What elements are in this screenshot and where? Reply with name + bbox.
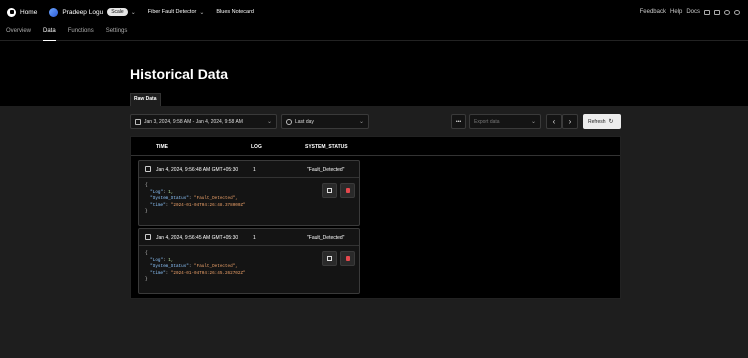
collapse-icon[interactable] [145,166,151,172]
row-status: "Fault_Detected" [307,235,345,241]
plan-badge: Scale [107,8,128,16]
project-name: Fiber Fault Detector [147,9,197,15]
docs-link[interactable]: Docs [686,9,700,15]
chevron-down-icon: ⌄ [358,119,364,125]
json-line: "time": "2024-01-04T04:26:45.262702Z" [150,270,246,276]
notecard-link[interactable]: Blues Notecard [216,9,254,15]
tab-data[interactable]: Data [43,24,56,41]
account-switcher[interactable]: Pradeep Logu Scale ⌄ [49,7,136,17]
column-header-log[interactable]: LOG [251,144,262,150]
trash-icon [345,256,350,261]
home-label: Home [20,8,38,16]
refresh-label: Refresh [588,118,606,125]
copy-button[interactable] [322,183,337,198]
clock-icon [286,118,292,125]
trash-icon [345,188,350,193]
window-icon[interactable] [714,9,720,15]
column-header-system-status[interactable]: SYSTEM_STATUS [305,144,348,150]
theme-icon[interactable] [724,9,730,15]
row-time: Jan 4, 2024, 9:56:48 AM GMT+05:30 [156,167,239,173]
user-name: Pradeep Logu [62,8,104,16]
settings-icon[interactable] [734,9,740,15]
copy-icon [327,256,332,261]
refresh-icon: ↻ [608,119,614,125]
chevron-down-icon: ⌄ [266,119,272,125]
home-link[interactable]: Home [7,7,38,17]
topbar-actions: Feedback Help Docs [640,0,740,24]
json-viewer: { "Log": 1, "System_Status": "Fault_Dete… [139,178,359,225]
json-line: "time": "2024-01-04T04:26:48.378000Z" [150,202,246,208]
page-title: Historical Data [130,66,229,82]
export-data-select[interactable]: Export data ⌄ [469,114,541,129]
row-header[interactable]: Jan 4, 2024, 9:56:48 AM GMT+05:30 1 "Fau… [139,161,359,178]
table-row: Jan 4, 2024, 9:56:45 AM GMT+05:30 1 "Fau… [138,228,360,294]
delete-button[interactable] [340,183,355,198]
sub-tabs: Raw Data [0,92,748,106]
copy-button[interactable] [322,251,337,266]
row-status: "Fault_Detected" [307,167,345,173]
tab-settings[interactable]: Settings [106,24,128,41]
chevron-left-icon: ‹ [552,117,556,126]
project-tabs: Overview Data Functions Settings [0,24,748,41]
next-page-button[interactable]: › [562,114,578,129]
row-time: Jan 4, 2024, 9:56:45 AM GMT+05:30 [156,235,239,241]
column-header-time[interactable]: TIME [156,144,168,150]
ellipsis-icon: ••• [455,118,462,125]
copy-icon [327,188,332,193]
export-data-placeholder: Export data [474,118,500,125]
notecard-label: Blues Notecard [216,9,254,15]
previous-page-button[interactable]: ‹ [546,114,562,129]
json-viewer: { "Log": 1, "System_Status": "Fault_Dete… [139,246,359,293]
delete-button[interactable] [340,251,355,266]
chevron-down-icon: ⌄ [130,9,136,16]
help-link[interactable]: Help [670,9,682,15]
row-log: 1 [253,235,256,241]
date-range-value: Jan 3, 2024, 9:58 AM - Jan 4, 2024, 9:58… [144,118,243,125]
tab-functions[interactable]: Functions [68,24,94,41]
tab-raw-data[interactable]: Raw Data [130,93,161,106]
row-header[interactable]: Jan 4, 2024, 9:56:45 AM GMT+05:30 1 "Fau… [139,229,359,246]
calendar-icon [135,118,141,125]
chevron-down-icon: ⌄ [530,119,536,125]
refresh-button[interactable]: Refresh ↻ [583,114,621,129]
json-close: } [145,209,148,215]
chevron-right-icon: › [568,117,572,126]
top-navigation-bar: Home Pradeep Logu Scale ⌄ Fiber Fault De… [0,0,748,24]
terminal-icon[interactable] [704,9,710,15]
date-range-picker[interactable]: Jan 3, 2024, 9:58 AM - Jan 4, 2024, 9:58… [130,114,277,129]
table-row: Jan 4, 2024, 9:56:48 AM GMT+05:30 1 "Fau… [138,160,360,226]
home-icon [7,7,16,17]
project-switcher[interactable]: Fiber Fault Detector ⌄ [148,9,205,16]
collapse-icon[interactable] [145,234,151,240]
avatar [49,7,59,17]
filter-bar: Jan 3, 2024, 9:58 AM - Jan 4, 2024, 9:58… [130,114,621,129]
json-close: } [145,277,148,283]
row-log: 1 [253,167,256,173]
data-table: TIME LOG SYSTEM_STATUS Jan 4, 2024, 9:56… [130,136,621,299]
time-window-value: Last day [295,118,314,125]
tab-overview[interactable]: Overview [6,24,31,41]
table-header: TIME LOG SYSTEM_STATUS [131,137,620,156]
more-options-button[interactable]: ••• [451,114,466,129]
feedback-link[interactable]: Feedback [640,9,666,15]
time-window-select[interactable]: Last day ⌄ [281,114,369,129]
chevron-down-icon: ⌄ [199,9,205,16]
